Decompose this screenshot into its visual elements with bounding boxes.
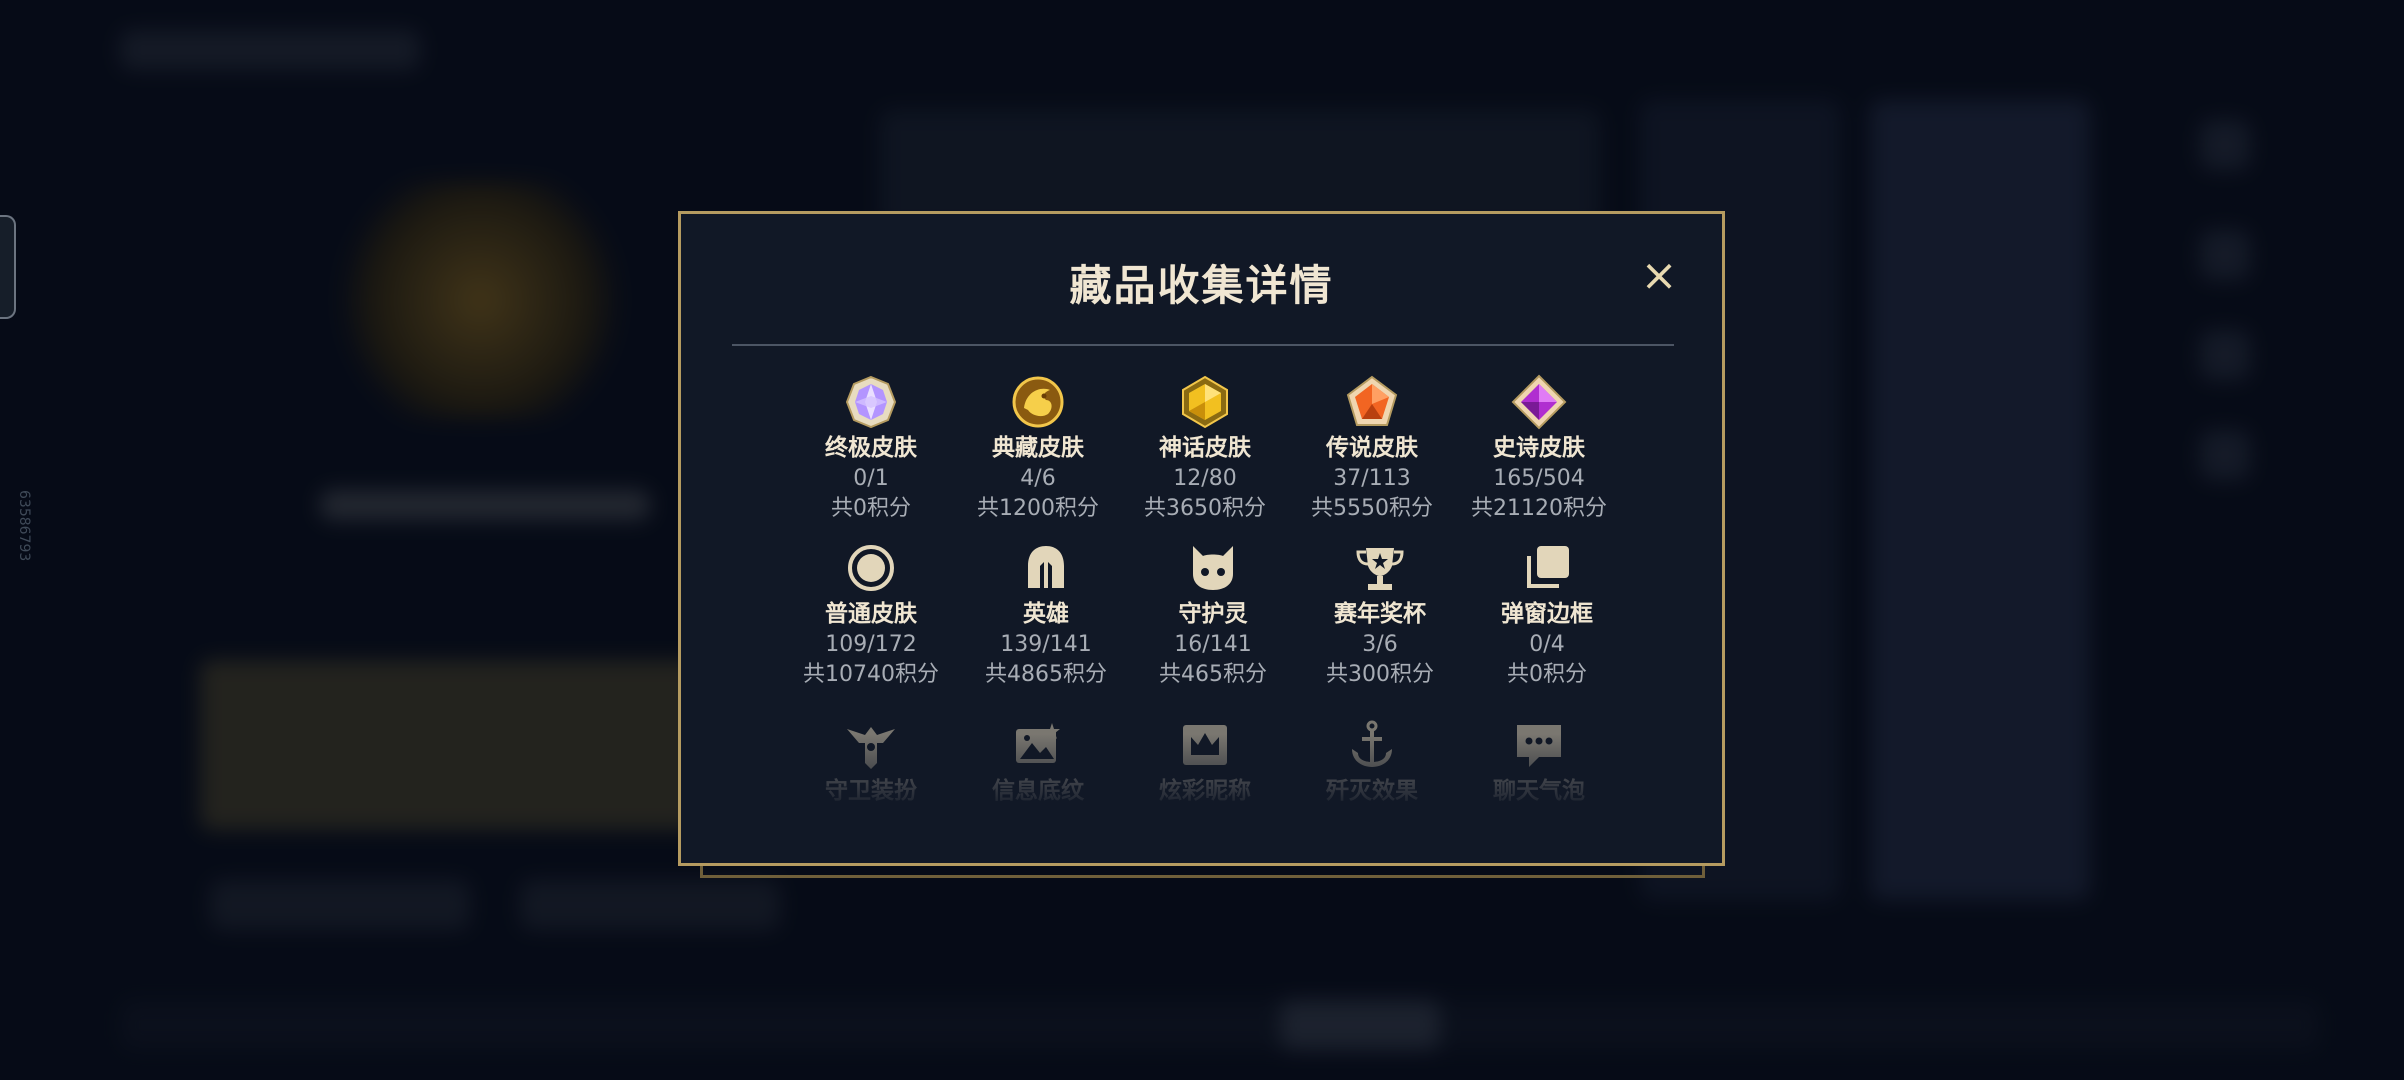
item-points: 共5550积分: [1311, 496, 1433, 521]
little-legend-icon: [1193, 546, 1233, 590]
ultimate-gem-icon: [845, 375, 897, 429]
item-label: 典藏皮肤: [992, 435, 1084, 461]
side-collapse-tab[interactable]: [0, 215, 16, 319]
item-points: 共0积分: [1507, 662, 1587, 687]
item-label: 守卫装扮: [825, 778, 917, 804]
item-label: 信息底纹: [992, 778, 1084, 804]
collection-item-prestige-skin[interactable]: 典藏皮肤 4/6 共1200积分: [948, 374, 1128, 524]
collection-item-elimination-effect[interactable]: 歼灭效果: [1282, 717, 1462, 807]
item-label: 普通皮肤: [825, 601, 917, 627]
trophy-icon: [1356, 548, 1404, 590]
epic-gem-icon: [1511, 374, 1567, 430]
item-count: 3/6: [1362, 632, 1398, 657]
item-label: 弹窗边框: [1501, 601, 1593, 627]
collection-item-little-legend[interactable]: 守护灵 16/141 共465积分: [1123, 540, 1303, 690]
collection-item-mythic-skin[interactable]: 神话皮肤 12/80 共3650积分: [1115, 374, 1295, 524]
chat-bubble-icon: [1517, 725, 1561, 767]
item-count: 4/6: [1020, 466, 1056, 491]
close-icon[interactable]: ×: [1639, 254, 1679, 298]
item-label: 聊天气泡: [1493, 778, 1585, 804]
prestige-dragon-icon: [1012, 376, 1064, 428]
helmet-icon: [1028, 546, 1064, 588]
crown-nameplate-icon: [1183, 725, 1227, 765]
item-count: 109/172: [825, 632, 917, 657]
item-label: 英雄: [1023, 601, 1069, 627]
title-divider: [732, 344, 1674, 346]
collection-item-standard-skin[interactable]: 普通皮肤 109/172 共10740积分: [781, 540, 961, 690]
anchor-icon: [1352, 720, 1392, 767]
item-label: 炫彩昵称: [1159, 778, 1251, 804]
item-count: 37/113: [1333, 466, 1411, 491]
item-points: 共3650积分: [1144, 496, 1266, 521]
mythic-gem-icon: [1182, 375, 1228, 429]
frame-stack-icon: [1527, 546, 1569, 588]
modal-title: 藏品收集详情: [1069, 261, 1334, 310]
legendary-gem-icon: [1346, 375, 1398, 426]
item-label: 神话皮肤: [1159, 435, 1251, 461]
collection-item-champion[interactable]: 英雄 139/141 共4865积分: [956, 540, 1136, 690]
item-points: 共1200积分: [977, 496, 1099, 521]
collection-item-nameplate[interactable]: 炫彩昵称: [1115, 717, 1295, 807]
item-count: 139/141: [1000, 632, 1092, 657]
ward-skin-icon: [847, 727, 895, 769]
item-points: 共465积分: [1159, 662, 1267, 687]
collection-item-profile-banner[interactable]: 信息底纹: [948, 717, 1128, 807]
item-label: 赛年奖杯: [1334, 601, 1426, 627]
collection-item-epic-skin[interactable]: 史诗皮肤 165/504 共21120积分: [1449, 374, 1629, 524]
collection-item-season-trophy[interactable]: 赛年奖杯 3/6 共300积分: [1290, 540, 1470, 690]
player-id-text: 63586793: [16, 490, 32, 562]
collection-item-ward-skin[interactable]: 守卫装扮: [781, 717, 961, 807]
collection-item-popup-frame[interactable]: 弹窗边框 0/4 共0积分: [1457, 540, 1637, 690]
standard-circle-icon: [848, 545, 894, 591]
item-count: 165/504: [1493, 466, 1585, 491]
item-label: 歼灭效果: [1326, 778, 1418, 804]
item-count: 0/4: [1529, 632, 1565, 657]
collection-item-ultimate-skin[interactable]: 终极皮肤 0/1 共0积分: [781, 374, 961, 524]
collection-details-modal: 藏品收集详情 × 终极皮肤 0/1 共0积分 典藏皮肤 4/6 共1200积分: [678, 211, 1725, 866]
item-points: 共4865积分: [985, 662, 1107, 687]
item-points: 共21120积分: [1471, 496, 1607, 521]
banner-icon: [1016, 723, 1060, 763]
item-label: 终极皮肤: [825, 435, 917, 461]
item-label: 守护灵: [1178, 601, 1248, 627]
item-label: 史诗皮肤: [1493, 435, 1585, 461]
item-points: 共0积分: [831, 496, 911, 521]
collection-item-legendary-skin[interactable]: 传说皮肤 37/113 共5550积分: [1282, 374, 1462, 524]
collection-item-chat-bubble[interactable]: 聊天气泡: [1449, 717, 1629, 807]
item-count: 0/1: [853, 466, 889, 491]
item-count: 16/141: [1174, 632, 1252, 657]
item-count: 12/80: [1173, 466, 1237, 491]
item-points: 共10740积分: [803, 662, 939, 687]
item-points: 共300积分: [1326, 662, 1434, 687]
item-label: 传说皮肤: [1326, 435, 1418, 461]
